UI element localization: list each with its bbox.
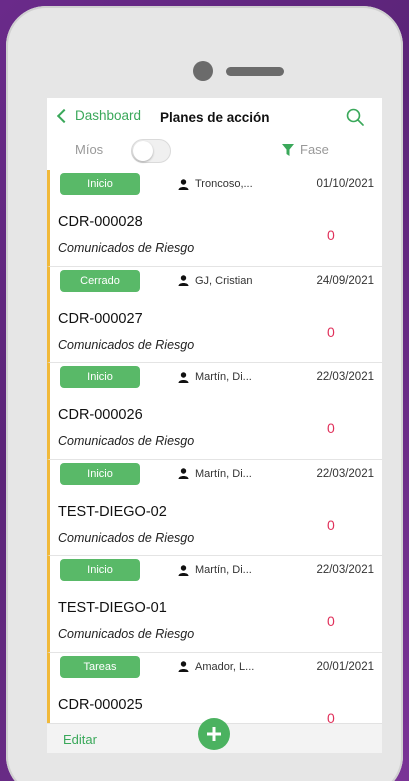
list-item[interactable]: Tareas Amador, L... 20/01/2021 CDR-00002… <box>47 652 382 724</box>
person-icon <box>178 661 189 672</box>
owner-name: Martín, Di... <box>195 564 252 576</box>
toggle-knob <box>133 141 153 161</box>
list-item[interactable]: Inicio Martín, Di... 22/03/2021 TEST-DIE… <box>47 459 382 556</box>
owner: Troncoso,... <box>178 178 253 190</box>
page-title: Planes de acción <box>160 110 270 125</box>
back-label: Dashboard <box>75 108 142 123</box>
owner-name: Troncoso,... <box>195 178 253 190</box>
plan-type: Comunicados de Riesgo <box>58 627 195 641</box>
list-item[interactable]: Inicio Martín, Di... 22/03/2021 CDR-0000… <box>47 363 382 460</box>
plan-code: CDR-000027 <box>58 310 143 327</box>
fase-label: Fase <box>300 142 329 157</box>
edit-button[interactable]: Editar <box>63 732 97 747</box>
status-badge: Inicio <box>60 366 140 388</box>
date: 22/03/2021 <box>316 564 374 576</box>
status-badge: Cerrado <box>60 269 140 292</box>
owner: Martín, Di... <box>178 371 252 383</box>
action-plan-list: Inicio Troncoso,... 01/10/2021 CDR-00002… <box>47 170 382 723</box>
date: 24/09/2021 <box>316 274 374 287</box>
mios-toggle[interactable] <box>131 139 171 163</box>
status-badge: Inicio <box>60 559 140 581</box>
owner-name: GJ, Cristian <box>195 274 253 287</box>
pending-count: 0 <box>327 709 335 724</box>
owner-name: Martín, Di... <box>195 371 252 383</box>
plan-code: CDR-000028 <box>58 214 143 230</box>
navigation-bar: Dashboard Planes de acción <box>47 98 382 136</box>
phone-top-bezel <box>6 61 403 81</box>
plan-code: CDR-000026 <box>58 407 143 423</box>
owner: Amador, L... <box>178 661 254 673</box>
plan-type: Comunicados de Riesgo <box>58 434 195 448</box>
owner-name: Amador, L... <box>195 660 255 673</box>
plan-type: Comunicados de Riesgo <box>58 337 195 352</box>
status-badge: Inicio <box>60 173 140 195</box>
date: 01/10/2021 <box>316 178 374 190</box>
filter-bar: Míos Fase <box>47 136 382 168</box>
owner: GJ, Cristian <box>178 275 252 287</box>
add-button[interactable] <box>198 718 230 750</box>
date: 22/03/2021 <box>316 371 374 383</box>
filter-icon <box>282 143 294 156</box>
pending-count: 0 <box>327 516 335 533</box>
plan-type: Comunicados de Riesgo <box>58 530 195 545</box>
pending-count: 0 <box>327 420 335 436</box>
plan-code: TEST-DIEGO-02 <box>58 503 167 520</box>
person-icon <box>178 371 189 383</box>
plan-code: CDR-000025 <box>58 696 143 713</box>
camera-dot <box>193 61 213 81</box>
list-item[interactable]: Inicio Troncoso,... 01/10/2021 CDR-00002… <box>47 170 382 267</box>
plus-icon <box>207 727 221 741</box>
person-icon <box>178 468 189 479</box>
pending-count: 0 <box>327 613 335 629</box>
plan-code: TEST-DIEGO-01 <box>58 600 167 616</box>
date: 22/03/2021 <box>316 467 374 480</box>
pending-count: 0 <box>327 227 335 243</box>
chevron-left-icon <box>56 108 72 123</box>
status-badge: Tareas <box>60 655 140 678</box>
search-icon[interactable] <box>346 108 364 126</box>
owner-name: Martín, Di... <box>195 467 252 480</box>
date: 20/01/2021 <box>316 660 374 673</box>
fase-filter-button[interactable]: Fase <box>282 142 329 157</box>
person-icon <box>178 178 189 190</box>
mios-label: Míos <box>75 142 104 157</box>
pending-count: 0 <box>327 323 335 340</box>
list-item[interactable]: Inicio Martín, Di... 22/03/2021 TEST-DIE… <box>47 556 382 653</box>
owner: Martín, Di... <box>178 468 252 480</box>
person-icon <box>178 564 189 576</box>
back-button[interactable]: Dashboard <box>56 108 142 123</box>
person-icon <box>178 275 189 286</box>
plan-type: Comunicados de Riesgo <box>58 241 195 255</box>
list-item[interactable]: Cerrado GJ, Cristian 24/09/2021 CDR-0000… <box>47 266 382 363</box>
app-screen: Dashboard Planes de acción Míos Fase Ini… <box>47 98 382 753</box>
owner: Martín, Di... <box>178 564 252 576</box>
bottom-toolbar: Editar <box>47 718 382 753</box>
speaker-grille <box>226 67 284 76</box>
status-badge: Inicio <box>60 462 140 485</box>
